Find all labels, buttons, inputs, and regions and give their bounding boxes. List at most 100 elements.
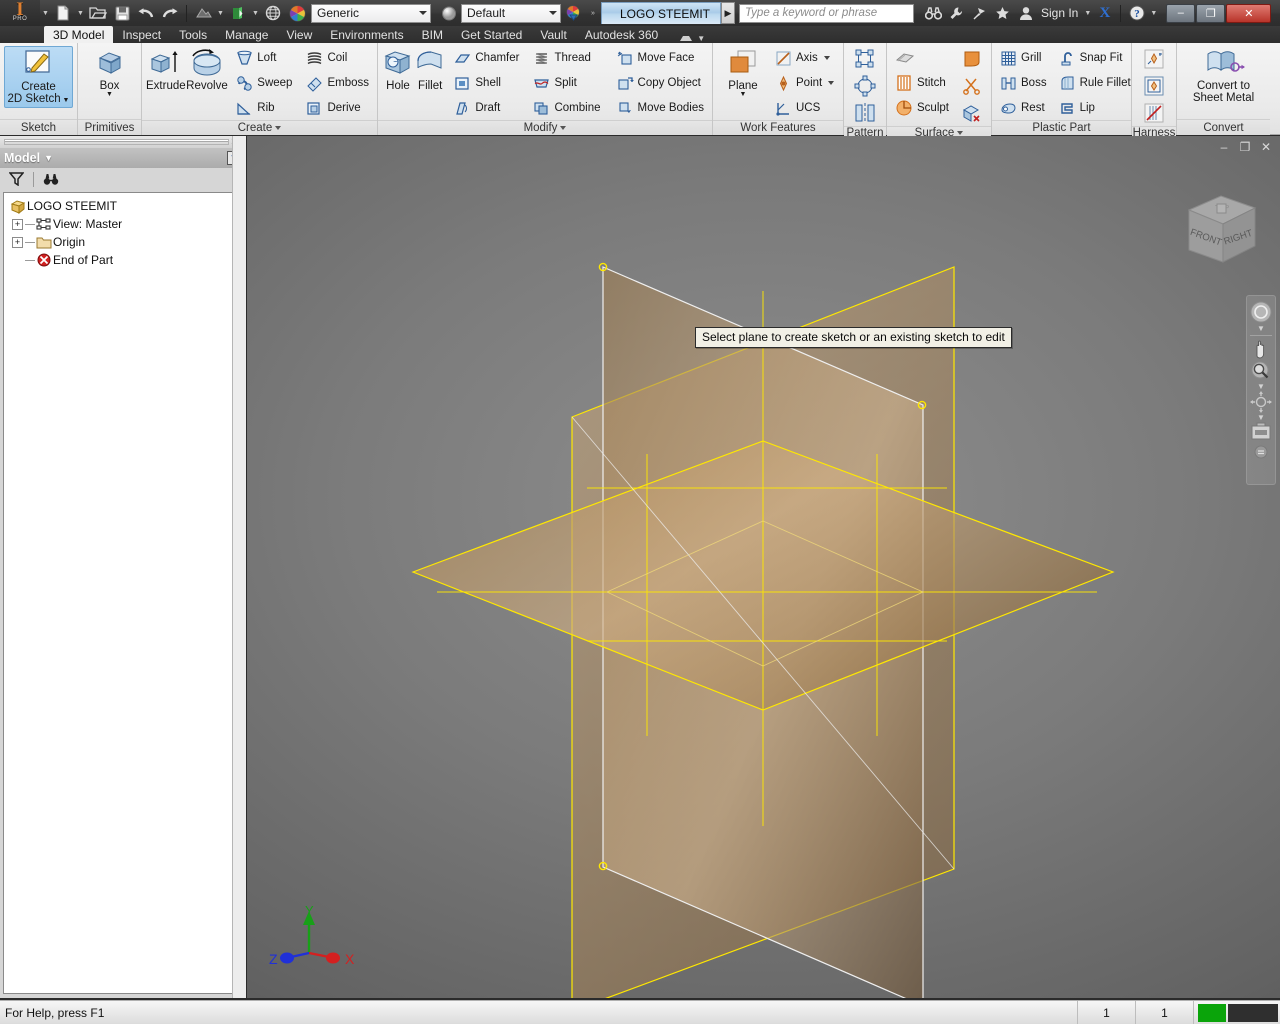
boss-button[interactable]: Boss [996, 71, 1051, 95]
sculpt-button[interactable]: Sculpt [891, 96, 953, 120]
derive-button[interactable]: Derive [302, 96, 373, 120]
tab-environments[interactable]: Environments [321, 26, 412, 43]
loft-button[interactable]: Loft [232, 46, 296, 70]
convert-to-sheet-metal-button[interactable]: Convert to Sheet Metal [1181, 46, 1266, 104]
combine-button[interactable]: Combine [529, 96, 604, 120]
circular-pattern-button[interactable] [852, 73, 878, 99]
steering-wheel-caret-icon[interactable]: ▼ [1257, 324, 1265, 333]
new-file-icon[interactable] [51, 2, 75, 24]
axis-caret-icon[interactable] [823, 56, 830, 60]
qat-overflow-icon[interactable]: » [585, 2, 601, 24]
grill-button[interactable]: Grill [996, 46, 1051, 70]
color-wheel-icon[interactable] [285, 2, 309, 24]
orbit-button[interactable] [1248, 391, 1274, 413]
harness-properties-button[interactable] [1141, 73, 1167, 99]
tree-expander-origin[interactable]: + [12, 236, 23, 248]
new-file-caret-icon[interactable]: ▼ [75, 2, 86, 24]
chamfer-button[interactable]: Chamfer [450, 46, 523, 70]
browser-title-caret-icon[interactable]: ▼ [44, 153, 53, 163]
extrude-button[interactable]: Extrude [146, 46, 186, 92]
lip-button[interactable]: Lip [1055, 96, 1135, 120]
find-binoculars-icon[interactable] [41, 173, 61, 186]
browser-drag-grip[interactable]: ✕ [0, 136, 245, 148]
filter-icon[interactable] [6, 172, 26, 186]
tree-node-logo-steemit[interactable]: LOGO STEEMIT [4, 197, 242, 215]
tab-bim[interactable]: BIM [413, 26, 452, 43]
revolve-button[interactable]: Revolve [186, 46, 229, 92]
origin-planes-graphic[interactable] [247, 136, 1280, 998]
cable-tree-button[interactable] [1141, 100, 1167, 126]
look-at-button[interactable] [1248, 422, 1274, 442]
panel-create-caret-icon[interactable] [275, 126, 282, 130]
mirror-button[interactable] [852, 100, 878, 126]
panel-modify-caret-icon[interactable] [560, 126, 567, 130]
rectangular-pattern-button[interactable] [852, 46, 878, 72]
steering-wheel-button[interactable] [1248, 300, 1274, 324]
global-icon[interactable] [261, 2, 285, 24]
zoom-caret-icon[interactable]: ▼ [1257, 382, 1265, 391]
emboss-button[interactable]: Emboss [302, 71, 373, 95]
shell-button[interactable]: Shell [450, 71, 523, 95]
satellite-icon[interactable] [968, 2, 991, 24]
move-face-button[interactable]: Move Face [613, 46, 708, 70]
tree-expander-view-master[interactable]: + [12, 218, 23, 230]
appearance-combo[interactable]: Default [461, 3, 561, 23]
axis-button[interactable]: Axis [771, 46, 838, 70]
rest-button[interactable]: Rest [996, 96, 1051, 120]
orbit-caret-icon[interactable]: ▼ [1257, 413, 1265, 422]
tree-node-end-of-part[interactable]: End of Part [4, 251, 242, 269]
hole-button[interactable]: Hole [382, 46, 414, 92]
snap-fit-button[interactable]: Snap Fit [1055, 46, 1135, 70]
material-icon[interactable] [226, 2, 250, 24]
panel-surface-caret-icon[interactable] [957, 131, 964, 135]
material-caret-icon[interactable]: ▼ [250, 2, 261, 24]
draft-button[interactable]: Draft [450, 96, 523, 120]
restore-button[interactable]: ❐ [1196, 3, 1226, 23]
close-button[interactable]: ✕ [1226, 3, 1272, 23]
split-button[interactable]: Split [529, 71, 604, 95]
help-caret-icon[interactable]: ▼ [1148, 2, 1159, 24]
application-menu-button[interactable]: I PRO [0, 0, 40, 26]
sign-in-caret-icon[interactable]: ▼ [1082, 2, 1093, 24]
pan-button[interactable] [1248, 338, 1274, 360]
save-icon[interactable] [110, 2, 134, 24]
document-tab-next-button[interactable]: ▶ [721, 2, 735, 24]
delete-face-button[interactable] [959, 100, 985, 126]
tab-vault[interactable]: Vault [531, 26, 575, 43]
search-input[interactable]: Type a keyword or phrase [739, 3, 914, 23]
tab-inspect[interactable]: Inspect [113, 26, 170, 43]
plane-caret-icon[interactable]: ▼ [740, 91, 747, 98]
appearance-swatch-icon[interactable] [437, 2, 461, 24]
search-binoculars-icon[interactable] [922, 2, 945, 24]
fillet-button[interactable]: Fillet [414, 46, 446, 92]
coil-button[interactable]: Coil [302, 46, 373, 70]
box-button[interactable]: Box ▼ [82, 46, 137, 98]
tab-view[interactable]: View [277, 26, 321, 43]
ucs-button[interactable]: UCS [771, 96, 838, 120]
stitch-button[interactable]: Stitch [891, 71, 953, 95]
appearance-combo-caret-icon[interactable] [549, 11, 557, 15]
point-button[interactable]: Point [771, 71, 838, 95]
tab-manage[interactable]: Manage [216, 26, 277, 43]
zoom-button[interactable] [1248, 360, 1274, 382]
wrench-icon[interactable] [945, 2, 968, 24]
thicken-offset-button[interactable] [891, 46, 953, 70]
navbar-options-button[interactable] [1248, 445, 1274, 459]
graphics-viewport[interactable]: – ❐ ✕ Select plane to create sketch or a… [247, 136, 1280, 998]
point-caret-icon[interactable] [828, 81, 835, 85]
appearance-caret-icon[interactable]: ▼ [215, 2, 226, 24]
model-tree[interactable]: LOGO STEEMIT + View: Master + Origin End… [3, 192, 243, 994]
material-combo-caret-icon[interactable] [419, 11, 427, 15]
view-cube[interactable]: FRONT RIGHT TOP [1169, 180, 1269, 278]
move-bodies-button[interactable]: Move Bodies [613, 96, 708, 120]
panel-title-create[interactable]: Create [142, 120, 377, 135]
create-harness-button[interactable] [1141, 46, 1167, 72]
redo-icon[interactable] [158, 2, 182, 24]
favorites-star-icon[interactable] [991, 2, 1014, 24]
patch-button[interactable] [959, 46, 985, 72]
sweep-button[interactable]: Sweep [232, 71, 296, 95]
help-icon[interactable]: ? [1125, 2, 1148, 24]
plane-button[interactable]: Plane ▼ [717, 46, 769, 98]
material-combo[interactable]: Generic [311, 3, 431, 23]
tab-3d-model[interactable]: 3D Model [44, 26, 114, 43]
